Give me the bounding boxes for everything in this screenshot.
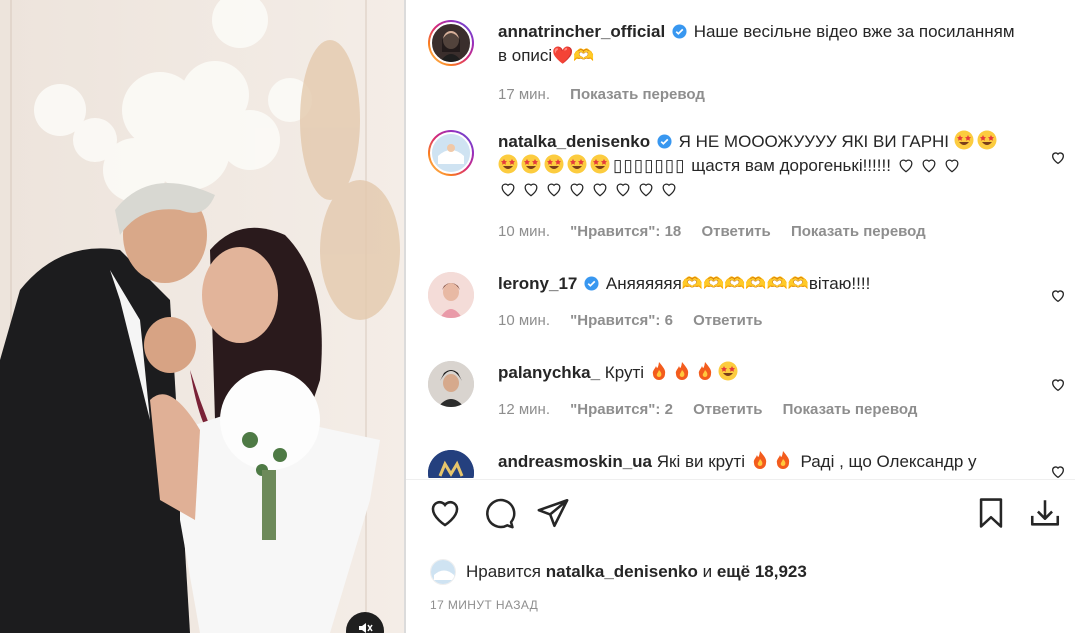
fire-emoji-icon [652,362,665,380]
reply-button[interactable]: Ответить [693,312,762,329]
like-comment-heart-icon[interactable] [1050,150,1066,166]
fire-emoji-icon [698,362,711,380]
download-icon[interactable] [1028,496,1062,530]
heart-icon[interactable] [428,496,462,530]
star-eyes-emoji-icon [718,361,738,381]
share-icon[interactable] [536,496,570,530]
bookmark-icon[interactable] [974,496,1008,530]
caption-trailing-glyph: 🫶 [573,46,595,65]
like-comment-heart-icon[interactable] [1050,464,1066,478]
comment-item: andreasmoskin_ua Які ви круті Раді , що … [428,450,1068,478]
avatar[interactable] [428,130,474,176]
white-heart-emoji-icon [922,159,936,173]
comment-likes[interactable]: "Нравится": 2 [570,401,673,418]
comment-icon[interactable] [482,496,516,530]
comment-text: Круті [604,363,645,382]
likes-count[interactable]: ещё 18,923 [717,562,807,582]
avatar[interactable] [428,272,474,318]
fire-emoji-icon [776,451,789,469]
like-comment-heart-icon[interactable] [1050,377,1066,393]
likes-summary[interactable]: Нравится natalka_denisenko и ещё 18,923 [430,558,807,586]
star-eyes-emoji-icon [521,154,541,174]
star-eyes-emoji-icon [544,154,564,174]
comment-item: palanychka_ Круті 12 мин. "Нравится": 2 … [428,361,1068,431]
post-timestamp[interactable]: 17 МИНУТ НАЗАД [430,598,538,612]
comment-username[interactable]: lerony_17 [498,274,577,293]
post-caption: annatrincher_official Наше весільне віде… [428,20,1068,110]
avatar[interactable] [428,450,474,478]
reply-button[interactable]: Ответить [701,223,770,240]
comment-item: lerony_17 Аняяяяяя🫶🫶🫶🫶🫶🫶вітаю!!!! 10 мин… [428,272,1068,342]
star-eyes-emoji-icon [498,154,518,174]
verified-badge-icon [672,24,687,39]
star-eyes-emoji-icon [567,154,587,174]
translate-button[interactable]: Показать перевод [570,86,705,103]
action-bar [406,496,1075,536]
comment-time[interactable]: 12 мин. [498,401,550,418]
comment-username[interactable]: natalka_denisenko [498,132,650,151]
speaker-muted-icon [359,623,373,633]
verified-badge-icon [657,134,672,149]
fire-emoji-icon [675,362,688,380]
translate-button[interactable]: Показать перевод [783,401,918,418]
comment-likes[interactable]: "Нравится": 18 [570,223,681,240]
reply-button[interactable]: Ответить [693,401,762,418]
avatar[interactable] [428,361,474,407]
section-divider [406,479,1075,480]
white-heart-emoji-icon [547,183,561,197]
translate-button[interactable]: Показать перевод [791,223,926,240]
white-heart-emoji-icon [593,183,607,197]
avatar [430,559,456,585]
likes-prefix: Нравится [466,562,542,581]
comment-username[interactable]: palanychka_ [498,363,600,382]
post-side-panel: annatrincher_official Наше весільне віде… [406,0,1075,633]
likes-user[interactable]: natalka_denisenko [546,562,698,582]
white-heart-emoji-icon [899,159,913,173]
star-eyes-emoji-icon [977,130,997,150]
caption-time[interactable]: 17 мин. [498,86,550,103]
fire-emoji-icon [753,451,766,469]
white-heart-emoji-icon [616,183,630,197]
white-heart-emoji-icon [639,183,653,197]
white-heart-emoji-icon [945,159,959,173]
comment-text: щастя вам дорогенькі!!!!!! [691,156,891,175]
like-comment-heart-icon[interactable] [1050,288,1066,304]
comment-likes[interactable]: "Нравится": 6 [570,312,673,329]
comment-text: Які ви круті [656,452,745,471]
wedding-video-frame [0,0,404,633]
comment-item: natalka_denisenko Я НЕ МОООЖУУУУ ЯКІ ВИ … [428,130,1068,245]
white-heart-emoji-icon [662,183,676,197]
comment-text: Я НЕ МОООЖУУУУ ЯКІ ВИ ГАРНІ [678,132,950,151]
white-heart-emoji-icon [570,183,584,197]
comment-text: Раді , що Олександр у [800,452,977,471]
comment-text: Аняяяяяя🫶🫶🫶🫶🫶🫶вітаю!!!! [605,274,871,293]
comments-list[interactable]: annatrincher_official Наше весільне віде… [406,0,1075,478]
avatar[interactable] [428,20,474,66]
star-eyes-emoji-icon [590,154,610,174]
post-video[interactable] [0,0,404,633]
comment-username[interactable]: andreasmoskin_ua [498,452,652,471]
white-heart-emoji-icon [501,183,515,197]
comment-time[interactable]: 10 мин. [498,312,550,329]
likes-middle: и [702,562,713,581]
star-eyes-emoji-icon [954,130,974,150]
comment-time[interactable]: 10 мин. [498,223,550,240]
caption-username[interactable]: annatrincher_official [498,22,665,41]
white-heart-emoji-icon [524,183,538,197]
verified-badge-icon [584,276,599,291]
